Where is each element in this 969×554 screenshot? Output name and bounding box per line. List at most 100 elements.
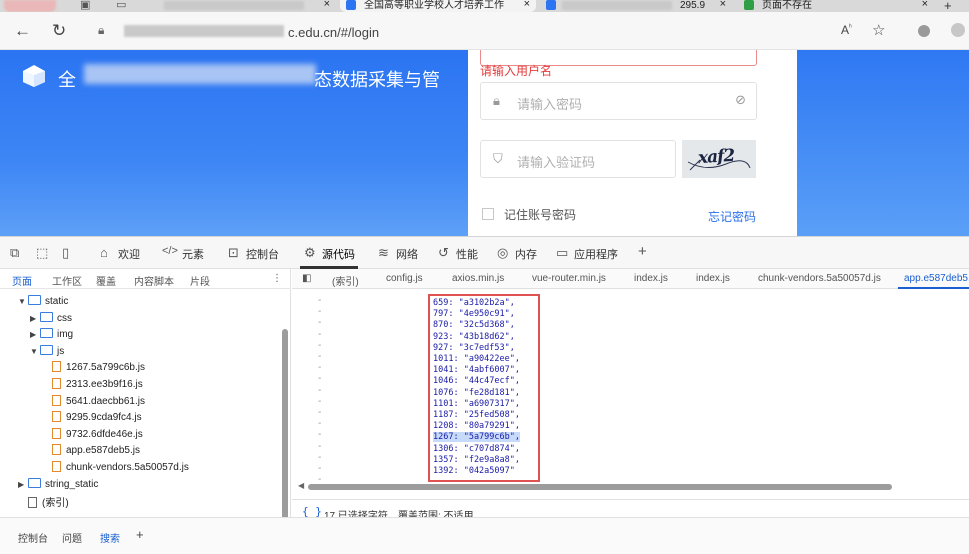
tab-third[interactable]: 页面不存在 × — [738, 0, 934, 12]
nav-tab-content-scripts[interactable]: 内容脚本 — [134, 273, 174, 288]
expand-arrow-down-icon[interactable]: ▼ — [30, 347, 40, 356]
extension-icon[interactable] — [918, 25, 930, 37]
file-tab[interactable]: vue-router.min.js — [532, 273, 606, 284]
code-tag-icon[interactable]: </> — [162, 245, 178, 257]
close-icon[interactable]: × — [922, 0, 928, 10]
file-tab[interactable]: chunk-vendors.5a50057d.js — [758, 273, 881, 284]
profile-avatar[interactable] — [951, 23, 965, 37]
reload-icon[interactable]: ↻ — [52, 21, 66, 41]
tree-folder[interactable]: ▶ img — [30, 328, 73, 344]
home-icon[interactable]: ⌂ — [100, 245, 108, 260]
nav-tab-page[interactable]: 页面 — [12, 273, 32, 288]
code-line[interactable]: 1041: "4abf6007", — [433, 365, 520, 376]
file-tab[interactable]: config.js — [386, 273, 423, 284]
nav-tab-workspace[interactable]: 工作区 — [52, 273, 82, 288]
code-line[interactable]: 1267: "5a799c6b", — [433, 432, 520, 443]
add-tool-button[interactable]: + — [638, 243, 647, 260]
tree-file[interactable]: (索引) — [18, 494, 69, 510]
expand-arrow-right-icon[interactable]: ▶ — [30, 330, 40, 339]
tool-sources[interactable]: 源代码 — [322, 246, 355, 262]
code-line[interactable]: 927: "3c7edf53", — [433, 343, 515, 354]
favorite-star-icon[interactable]: ☆ — [872, 21, 885, 39]
captcha-image[interactable]: xaf2 — [682, 140, 756, 178]
inspect-element-icon[interactable]: ⬚ — [36, 245, 48, 261]
tool-welcome[interactable]: 欢迎 — [118, 246, 140, 262]
back-arrow-icon[interactable]: ← — [14, 21, 31, 41]
file-tab-active[interactable]: app.e587deb5. — [904, 273, 969, 284]
tab-active[interactable]: 全国高等职业学校人才培养工作 × — [340, 0, 536, 12]
bug-icon[interactable]: ⚙ — [304, 245, 316, 261]
code-line[interactable]: 797: "4e950c91", — [433, 309, 515, 320]
expand-arrow-right-icon[interactable]: ▶ — [30, 314, 40, 323]
close-icon[interactable]: × — [720, 0, 726, 10]
tree-file[interactable]: app.e587deb5.js — [42, 444, 140, 460]
captcha-field[interactable]: ⛉ 请输入验证码 — [480, 140, 676, 178]
toggle-navigator-icon[interactable]: ◧ — [302, 273, 311, 284]
remember-checkbox[interactable] — [482, 208, 494, 220]
code-line[interactable]: 1011: "a90422ee", — [433, 354, 520, 365]
read-aloud-icon[interactable]: Aʰ — [841, 23, 852, 37]
file-tab[interactable]: (索引) — [332, 273, 359, 288]
tree-folder[interactable]: ▼ static — [18, 295, 68, 311]
eye-off-icon[interactable]: ⊘ — [735, 92, 746, 108]
horizontal-scrollbar[interactable] — [308, 484, 892, 490]
memory-icon[interactable]: ◎ — [497, 245, 508, 261]
device-emulation-icon[interactable]: ⧉ — [10, 245, 19, 261]
drawer-tab-search[interactable]: 搜索 — [100, 530, 120, 545]
code-line[interactable]: 1357: "f2e9a8a8", — [433, 455, 520, 466]
tree-file[interactable]: 2313.ee3b9f16.js — [42, 378, 143, 394]
horizontal-scrollbar-track[interactable]: ◀ — [298, 481, 969, 491]
file-tab[interactable]: index.js — [634, 273, 668, 284]
file-tab[interactable]: axios.min.js — [452, 273, 504, 284]
workspaces-icon[interactable]: ▣ — [80, 0, 90, 11]
file-tab[interactable]: index.js — [696, 273, 730, 284]
application-icon[interactable]: ▭ — [556, 245, 568, 261]
lock-icon[interactable]: 🔒︎ — [98, 23, 104, 38]
tool-memory[interactable]: 内存 — [515, 246, 537, 262]
tree-file[interactable]: chunk-vendors.5a50057d.js — [42, 461, 189, 477]
code-line[interactable]: 1392: "042a5097" — [433, 466, 515, 477]
code-line[interactable]: 1187: "25fed508", — [433, 410, 520, 421]
profile-button[interactable] — [4, 0, 56, 12]
tree-file[interactable]: 9732.6dfde46e.js — [42, 427, 143, 444]
tree-file[interactable]: 1267.5a799c6b.js — [42, 361, 145, 377]
code-line[interactable]: 923: "43b18d62", — [433, 332, 515, 343]
scroll-left-icon[interactable]: ◀ — [298, 481, 304, 490]
address-bar[interactable]: 🔒︎ c.edu.cn/#/login — [88, 18, 868, 44]
tool-elements[interactable]: 元素 — [182, 246, 204, 262]
code-line[interactable]: 1076: "fe28d181", — [433, 388, 520, 399]
tree-file[interactable]: 9295.9cda9fc4.js — [42, 411, 142, 427]
more-options-icon[interactable]: ⋮ — [272, 273, 282, 284]
tree-file[interactable]: 5641.daecbb61.js — [42, 394, 145, 411]
code-line[interactable]: 1208: "80a79291", — [433, 421, 520, 432]
code-line[interactable]: 870: "32c5d368", — [433, 320, 515, 331]
drawer-tab-console[interactable]: 控制台 — [18, 530, 48, 545]
navigator-scrollbar[interactable] — [282, 329, 288, 525]
tool-network[interactable]: 网络 — [396, 246, 418, 262]
tree-folder[interactable]: ▶ string_static — [18, 477, 98, 494]
expand-arrow-down-icon[interactable]: ▼ — [18, 297, 28, 306]
close-icon[interactable]: × — [524, 0, 530, 10]
close-icon[interactable]: × — [324, 0, 330, 10]
tool-performance[interactable]: 性能 — [456, 246, 478, 262]
new-tab-button[interactable]: + — [944, 0, 952, 12]
nav-tab-overrides[interactable]: 覆盖 — [96, 273, 116, 288]
wifi-icon[interactable]: ≋ — [378, 245, 389, 261]
password-field[interactable]: 🔒︎ 请输入密码 ⊘ — [480, 82, 757, 120]
console-icon[interactable]: ⊡ — [228, 245, 239, 261]
code-line[interactable]: 1306: "c707d874", — [433, 444, 520, 455]
tab-actions-icon[interactable]: ▭ — [116, 0, 126, 11]
tool-application[interactable]: 应用程序 — [574, 246, 618, 262]
nav-tab-snippets[interactable]: 片段 — [190, 273, 210, 288]
tab-second[interactable]: 295.9 × — [540, 0, 732, 12]
code-line[interactable]: 1101: "a6907317", — [433, 399, 520, 410]
add-drawer-tab-button[interactable]: + — [136, 527, 144, 542]
expand-arrow-right-icon[interactable]: ▶ — [18, 480, 28, 489]
tree-folder[interactable]: ▶ css — [30, 311, 72, 328]
forgot-password-link[interactable]: 忘记密码 — [708, 208, 756, 225]
code-line[interactable]: 1046: "44c47ecf", — [433, 376, 520, 387]
code-line[interactable]: 659: "a3102b2a", — [433, 298, 515, 309]
tool-console[interactable]: 控制台 — [246, 246, 279, 262]
drawer-tab-issues[interactable]: 问题 — [62, 530, 82, 545]
url-text[interactable]: c.edu.cn/#/login — [288, 25, 379, 40]
